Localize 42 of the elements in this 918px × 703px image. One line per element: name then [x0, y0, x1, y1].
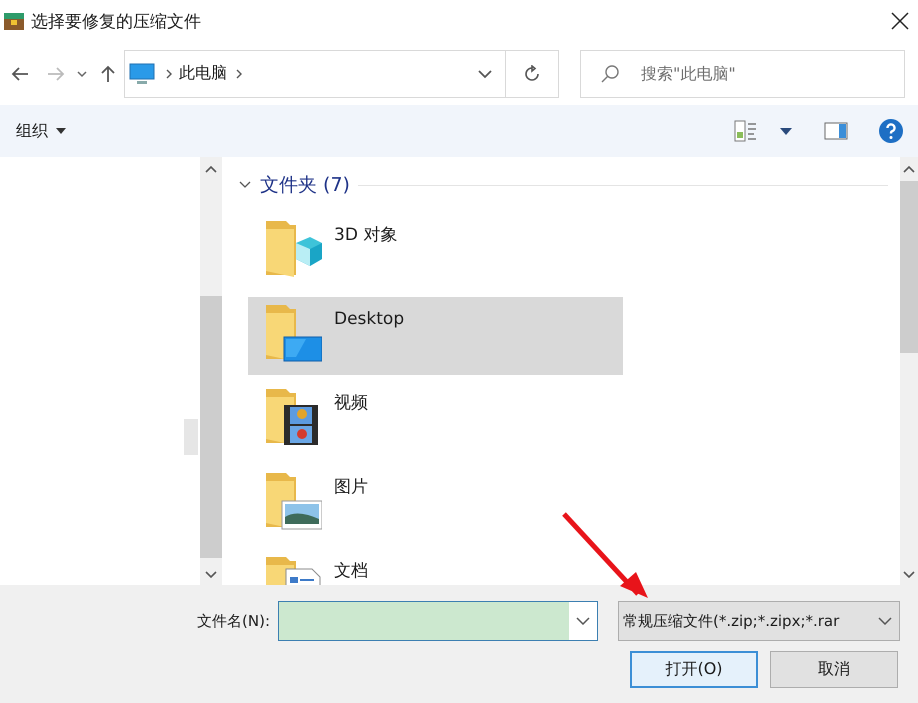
folder-name: 视频	[334, 393, 368, 413]
folder-name: Desktop	[334, 309, 404, 329]
address-bar[interactable]: 此电脑	[124, 50, 506, 98]
chevron-icon	[235, 68, 243, 78]
caret-icon[interactable]	[76, 68, 88, 78]
caret-icon[interactable]	[780, 128, 792, 134]
dropdown-icon	[878, 617, 892, 625]
folder-name: 3D 对象	[334, 225, 398, 245]
folder-name: 文档	[334, 561, 368, 581]
folder-item[interactable]: 图片	[248, 465, 623, 543]
file-name-label: 文件名(N):	[197, 612, 270, 630]
search-field[interactable]: 搜索"此电脑"	[580, 50, 905, 98]
folder-item[interactable]: 3D 对象	[248, 213, 623, 291]
scrollbar[interactable]	[900, 157, 918, 585]
window-title: 选择要修复的压缩文件	[31, 10, 202, 32]
view-options-icon[interactable]	[734, 120, 758, 142]
group-header[interactable]: 文件夹 (7)	[260, 172, 350, 198]
file-type-dropdown[interactable]: 常规压缩文件(*.zip;*.zipx;*.rar	[618, 601, 900, 641]
help-icon[interactable]	[878, 118, 904, 144]
scrollbar[interactable]	[200, 157, 222, 585]
location-text: 此电脑	[179, 63, 227, 84]
cancel-button[interactable]: 取消	[770, 651, 898, 688]
scroll-down-icon[interactable]	[903, 571, 915, 579]
folder-name: 图片	[334, 477, 368, 497]
preview-pane-icon[interactable]	[824, 122, 848, 140]
archive-icon	[3, 10, 25, 32]
folder-item[interactable]: Desktop	[248, 297, 623, 375]
refresh-icon	[523, 64, 541, 82]
chevron-icon	[165, 68, 173, 78]
scroll-up-icon[interactable]	[903, 165, 915, 173]
scroll-up-icon[interactable]	[205, 165, 217, 173]
open-button[interactable]: 打开(O)	[630, 651, 758, 688]
file-name-field[interactable]	[278, 601, 598, 641]
close-icon[interactable]	[890, 11, 910, 31]
refresh-button[interactable]	[506, 50, 559, 98]
dropdown-icon[interactable]	[576, 617, 590, 625]
organize-menu[interactable]: 组织	[16, 120, 66, 142]
caret-icon	[56, 128, 66, 134]
folder-item[interactable]: 视频	[248, 381, 623, 459]
computer-icon	[129, 62, 155, 86]
dropdown-icon[interactable]	[477, 68, 493, 78]
scroll-down-icon[interactable]	[205, 571, 217, 579]
